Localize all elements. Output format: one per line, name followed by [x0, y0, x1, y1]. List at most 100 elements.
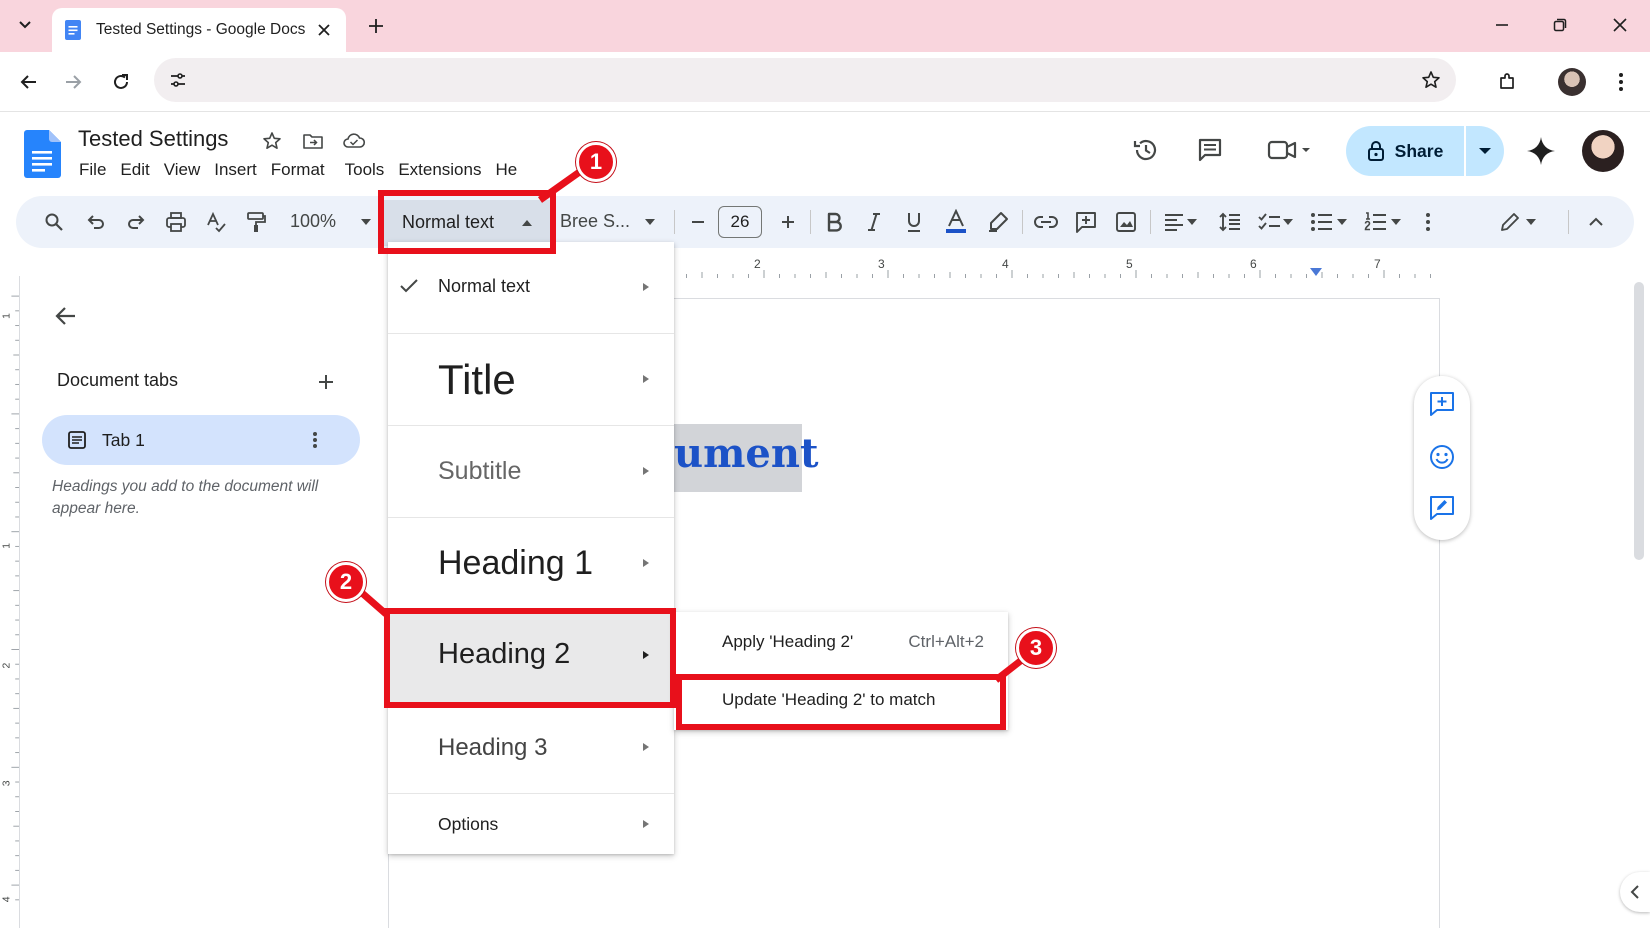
vruler-number: 2 [2, 663, 13, 669]
style-option-heading-3[interactable]: Heading 3 [388, 702, 674, 794]
account-avatar[interactable] [1582, 130, 1624, 172]
more-tools-kebab-icon[interactable] [1412, 206, 1444, 238]
style-option-normal-text[interactable]: Normal text [388, 242, 674, 334]
insert-image-icon[interactable] [1110, 206, 1142, 238]
line-spacing-icon[interactable] [1214, 206, 1246, 238]
document-tab-item[interactable]: Tab 1 [42, 415, 360, 465]
underline-icon[interactable] [898, 206, 930, 238]
menu-tools[interactable]: Tools [338, 158, 392, 184]
ruler-number-2: 2 [754, 257, 761, 271]
submenu-arrow-icon [640, 818, 652, 830]
redo-icon[interactable] [120, 206, 152, 238]
selected-heading-text[interactable]: ument [674, 424, 818, 492]
tab-options-kebab-icon[interactable] [302, 427, 328, 453]
browser-tab-active[interactable]: Tested Settings - Google Docs [52, 8, 346, 52]
share-button-group: Share [1346, 126, 1504, 176]
font-size-input[interactable]: 26 [718, 206, 762, 238]
share-options-dropdown-icon[interactable] [1466, 126, 1504, 176]
spellcheck-icon[interactable] [200, 206, 232, 238]
font-dropdown-icon[interactable] [634, 206, 666, 238]
highlight-color-icon[interactable] [982, 206, 1014, 238]
close-tab-icon[interactable] [312, 18, 336, 42]
add-comment-icon[interactable] [1428, 390, 1456, 418]
step-badge-2: 2 [326, 562, 366, 602]
comments-icon[interactable] [1190, 130, 1230, 170]
google-docs-logo-icon[interactable] [24, 130, 62, 178]
close-outline-back-arrow-icon[interactable] [50, 300, 82, 332]
restore-window-icon[interactable] [1542, 10, 1578, 40]
forward-arrow-icon[interactable] [56, 65, 90, 99]
tab-search-chevron-icon[interactable] [8, 8, 42, 42]
close-window-icon[interactable] [1602, 10, 1638, 40]
style-option-subtitle[interactable]: Subtitle [388, 426, 674, 518]
italic-icon[interactable] [858, 206, 890, 238]
submenu-arrow-icon [640, 281, 652, 293]
suggest-edits-icon[interactable] [1428, 494, 1456, 522]
ruler-number-4: 4 [1002, 257, 1009, 271]
add-tab-plus-icon[interactable] [312, 368, 340, 396]
star-icon[interactable] [259, 128, 285, 154]
menu-insert[interactable]: Insert [207, 158, 264, 184]
share-button[interactable]: Share [1346, 126, 1464, 176]
style-option-heading-1[interactable]: Heading 1 [388, 518, 674, 610]
omnibox-url-field[interactable] [154, 58, 1456, 102]
menu-file[interactable]: File [72, 158, 113, 184]
menu-format[interactable]: Format [264, 158, 332, 184]
vertical-scrollbar-thumb[interactable] [1634, 282, 1644, 560]
show-side-panel-chevron-left-icon[interactable] [1620, 872, 1650, 912]
cloud-saved-icon[interactable] [341, 128, 367, 154]
text-color-icon[interactable] [940, 206, 972, 238]
lock-icon [1367, 141, 1384, 161]
menu-view[interactable]: View [157, 158, 208, 184]
font-family-value[interactable]: Bree S... [560, 211, 630, 232]
style-option-title[interactable]: Title [388, 334, 674, 426]
share-button-label: Share [1394, 140, 1444, 161]
bulleted-list-dropdown-icon[interactable] [1332, 206, 1352, 238]
highlight-box-update-heading-2 [676, 674, 1006, 730]
style-option-options[interactable]: Options [388, 794, 674, 854]
bold-icon[interactable] [818, 206, 850, 238]
align-dropdown-icon[interactable] [1182, 206, 1202, 238]
hide-menus-chevron-up-icon[interactable] [1580, 206, 1612, 238]
reload-icon[interactable] [104, 65, 138, 99]
decrease-font-size-icon[interactable] [682, 206, 714, 238]
heading-text-fragment: ument [674, 430, 819, 477]
gemini-spark-icon[interactable] [1524, 134, 1558, 168]
chrome-menu-kebab-icon[interactable] [1604, 65, 1638, 99]
checklist-dropdown-icon[interactable] [1278, 206, 1298, 238]
extensions-puzzle-icon[interactable] [1490, 65, 1524, 99]
style-option-label: Title [438, 356, 516, 403]
chrome-profile-avatar[interactable] [1558, 68, 1586, 96]
ruler-number-7: 7 [1374, 257, 1381, 271]
ruler-number-6: 6 [1250, 257, 1257, 271]
zoom-value[interactable]: 100% [290, 211, 336, 232]
menu-edit[interactable]: Edit [113, 158, 156, 184]
increase-font-size-icon[interactable] [772, 206, 804, 238]
minimize-window-icon[interactable] [1484, 10, 1520, 40]
new-tab-icon[interactable] [362, 12, 390, 40]
version-history-icon[interactable] [1126, 130, 1166, 170]
move-folder-icon[interactable] [300, 128, 326, 154]
insert-link-icon[interactable] [1030, 206, 1062, 238]
menu-extensions[interactable]: Extensions [391, 158, 488, 184]
document-title[interactable]: Tested Settings [78, 126, 228, 152]
numbered-list-dropdown-icon[interactable] [1386, 206, 1406, 238]
bookmark-star-icon[interactable] [1418, 67, 1444, 93]
search-menus-icon[interactable] [38, 206, 70, 238]
add-emoji-reaction-icon[interactable] [1428, 443, 1456, 471]
add-comment-icon[interactable] [1070, 206, 1102, 238]
style-option-label: Heading 3 [438, 734, 548, 761]
menu-help[interactable]: He [488, 158, 524, 184]
undo-icon[interactable] [80, 206, 112, 238]
site-settings-icon[interactable] [164, 66, 192, 94]
apply-heading-2-option[interactable]: Apply 'Heading 2' Ctrl+Alt+2 [674, 616, 1008, 668]
print-icon[interactable] [160, 206, 192, 238]
vertical-ruler[interactable]: 1 1 2 3 4 [0, 276, 20, 928]
meet-call-icon[interactable] [1262, 130, 1318, 170]
vruler-number: 1 [2, 313, 13, 319]
editing-mode-dropdown-icon[interactable] [1520, 206, 1542, 238]
back-arrow-icon[interactable] [12, 65, 46, 99]
style-option-label: Options [438, 814, 499, 834]
paint-format-icon[interactable] [240, 206, 272, 238]
style-option-label: Subtitle [438, 457, 522, 485]
